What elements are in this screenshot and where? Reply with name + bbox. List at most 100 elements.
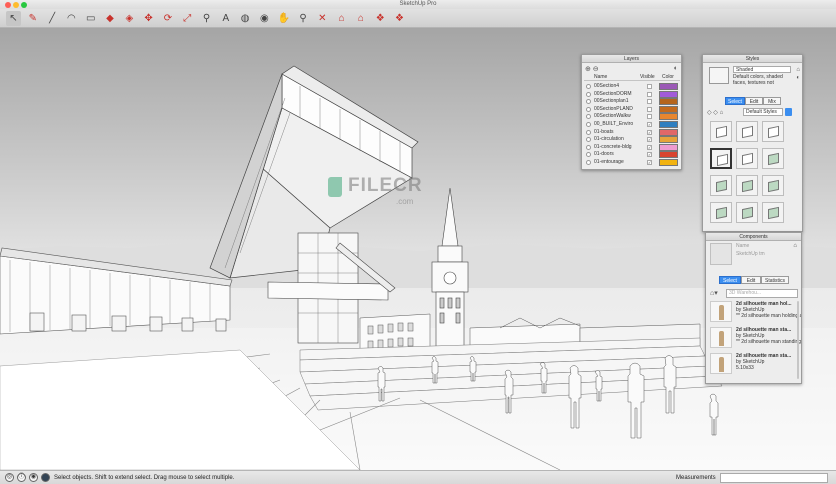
layer-row[interactable]: 01-doors ✓ <box>584 151 680 159</box>
arc-tool-icon[interactable]: ◠ <box>64 11 79 26</box>
active-layer-radio[interactable] <box>586 122 591 127</box>
paint-bucket-tool-icon[interactable]: ◍ <box>238 11 253 26</box>
active-layer-radio[interactable] <box>586 129 591 135</box>
active-layer-radio[interactable] <box>586 84 591 89</box>
style-thumbnail[interactable] <box>762 121 784 142</box>
warehouse-icon[interactable]: ⌂ <box>334 11 349 26</box>
active-layer-radio[interactable] <box>586 160 591 165</box>
layer-visible-checkbox[interactable]: ✓ <box>647 137 652 143</box>
component-result-item[interactable]: 2d silhouette man sta... by SketchUp 5.10x… <box>710 353 798 374</box>
home-icon[interactable]: ⌂▾ <box>710 289 718 297</box>
layer-color-swatch[interactable] <box>659 113 678 121</box>
zoom-tool-icon[interactable]: ⚲ <box>296 11 311 26</box>
layer-row[interactable]: 00Sectionplan1 <box>584 98 680 106</box>
layer-row[interactable]: 01-entourage ✓ <box>584 159 680 166</box>
active-layer-radio[interactable] <box>586 99 591 105</box>
rotate-tool-icon[interactable]: ⟳ <box>160 11 175 26</box>
select-tool-icon[interactable]: ↖ <box>6 11 21 26</box>
layer-row[interactable]: 00_BUILT_Enviro ✓ <box>584 121 680 128</box>
style-thumbnail[interactable] <box>762 202 784 223</box>
line-tool-icon[interactable]: ╱ <box>45 11 60 26</box>
layer-visible-checkbox[interactable] <box>647 106 652 112</box>
offset-tool-icon[interactable]: ◈ <box>122 11 137 26</box>
layer-visible-checkbox[interactable] <box>647 84 652 89</box>
tab-edit[interactable]: Edit <box>745 97 763 105</box>
tab-mix[interactable]: Mix <box>763 97 781 105</box>
layer-row[interactable]: 01-boats ✓ <box>584 128 680 136</box>
move-tool-icon[interactable]: ✥ <box>141 11 156 26</box>
extension-warehouse-icon[interactable]: ⌂ <box>353 11 368 26</box>
zoom-extents-tool-icon[interactable]: ✕ <box>315 11 330 26</box>
tab-select[interactable]: Select <box>719 276 741 284</box>
name-column-header[interactable]: Name <box>594 74 607 80</box>
pan-tool-icon[interactable]: ✋ <box>276 11 291 26</box>
layer-visible-checkbox[interactable]: ✓ <box>647 160 652 165</box>
layer-color-swatch[interactable] <box>659 128 678 136</box>
style-update-icons[interactable]: ⌂ ◐ <box>796 66 800 82</box>
component-details-icon[interactable]: ⌂ <box>793 243 797 249</box>
tab-edit[interactable]: Edit <box>741 276 761 284</box>
tab-statistics[interactable]: Statistics <box>761 276 789 284</box>
layer-visible-checkbox[interactable]: ✓ <box>647 152 652 158</box>
layer-row[interactable]: 00SectionPLAND <box>584 105 680 113</box>
layer-visible-checkbox[interactable]: ✓ <box>647 122 652 127</box>
active-layer-radio[interactable] <box>586 137 591 143</box>
style-thumbnail[interactable] <box>762 148 784 169</box>
component-description-field[interactable]: SketchUp tm <box>736 251 765 257</box>
style-collection-select[interactable]: Default Styles <box>743 108 783 116</box>
style-name-field[interactable]: Shaded <box>733 66 791 73</box>
layer-color-swatch[interactable] <box>659 90 678 98</box>
measurements-input[interactable] <box>720 473 828 483</box>
push-pull-tool-icon[interactable]: ◆ <box>103 11 118 26</box>
shape-tool-icon[interactable]: ▭ <box>83 11 98 26</box>
results-scrollbar[interactable] <box>797 301 799 379</box>
layer-visible-checkbox[interactable] <box>647 114 652 120</box>
component-name-field[interactable]: Name <box>736 243 749 249</box>
layer-color-swatch[interactable] <box>659 151 678 159</box>
text-tool-icon[interactable]: A <box>218 11 233 26</box>
layer-color-swatch[interactable] <box>659 121 678 128</box>
tape-measure-tool-icon[interactable]: ⚲ <box>199 11 214 26</box>
style-thumbnail[interactable] <box>710 121 732 142</box>
eraser-tool-icon[interactable]: ✎ <box>25 11 40 26</box>
layer-color-swatch[interactable] <box>659 105 678 113</box>
extension-manager-icon[interactable]: ❖ <box>392 11 407 26</box>
geo-location-icon[interactable]: ◎ <box>5 473 14 482</box>
layer-visible-checkbox[interactable] <box>647 99 652 105</box>
layer-color-swatch[interactable] <box>659 83 678 90</box>
active-layer-radio[interactable] <box>586 91 591 97</box>
tab-select[interactable]: Select <box>725 97 745 105</box>
layer-visible-checkbox[interactable]: ✓ <box>647 129 652 135</box>
layer-visible-checkbox[interactable]: ✓ <box>647 144 652 150</box>
color-column-header[interactable]: Color <box>662 74 674 80</box>
style-thumbnail[interactable] <box>710 148 732 169</box>
visible-column-header[interactable]: Visible <box>640 74 655 80</box>
layer-row[interactable]: 01-concrete-bldg ✓ <box>584 143 680 151</box>
layer-visible-checkbox[interactable] <box>647 91 652 97</box>
send-to-layout-icon[interactable]: ❖ <box>373 11 388 26</box>
active-layer-radio[interactable] <box>586 114 591 120</box>
style-thumbnail[interactable] <box>736 148 758 169</box>
layer-row[interactable]: 01-circulation ✓ <box>584 136 680 144</box>
layer-color-swatch[interactable] <box>659 98 678 106</box>
layer-row[interactable]: 00SectionDORM <box>584 90 680 98</box>
warehouse-search-input[interactable]: 3D Warehou... <box>726 289 798 298</box>
style-thumbnail[interactable] <box>762 175 784 196</box>
component-result-item[interactable]: 2d silhouette man hol... by SketchUp ** 2d… <box>710 301 801 322</box>
layer-color-swatch[interactable] <box>659 159 678 166</box>
style-thumbnail[interactable] <box>710 175 732 196</box>
layer-color-swatch[interactable] <box>659 136 678 144</box>
scale-tool-icon[interactable]: ⤢ <box>180 11 195 26</box>
style-thumbnail[interactable] <box>736 121 758 142</box>
active-layer-radio[interactable] <box>586 106 591 112</box>
credits-icon[interactable]: ⓘ <box>17 473 26 482</box>
active-layer-radio[interactable] <box>586 152 591 158</box>
style-nav-icons[interactable]: ◇ ◇ ⌂ <box>707 109 723 116</box>
layer-color-swatch[interactable] <box>659 143 678 151</box>
style-thumbnail[interactable] <box>710 202 732 223</box>
orbit-tool-icon[interactable]: ◉ <box>257 11 272 26</box>
user-account-icon[interactable]: ◉ <box>29 473 38 482</box>
layer-row[interactable]: 00SectionWalkw <box>584 113 680 121</box>
add-remove-layer-icons[interactable]: ⊕ ⊖ <box>585 65 599 73</box>
style-options-icon[interactable] <box>785 108 792 116</box>
